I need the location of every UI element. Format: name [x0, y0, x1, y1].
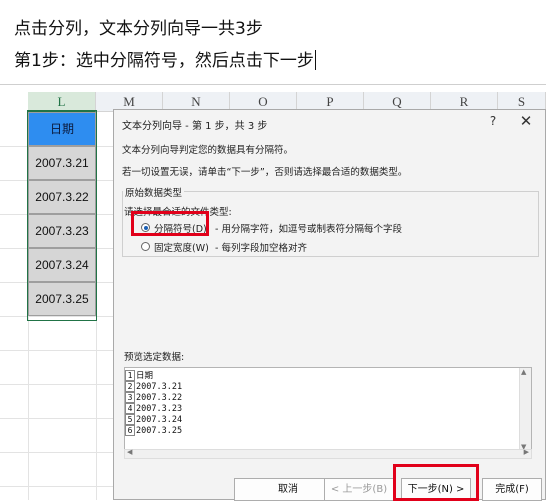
help-icon[interactable]: ?: [486, 114, 500, 130]
preview-row: 1 日期: [125, 370, 153, 381]
fixed-width-radio[interactable]: [141, 242, 150, 251]
close-icon[interactable]: ✕: [518, 113, 534, 129]
preview-horizontal-scrollbar[interactable]: ◀ ▶: [124, 448, 532, 459]
caption-line-2: 第1步：选中分隔符号，然后点击下一步: [14, 46, 317, 71]
preview-row: 3 2007.3.22: [125, 392, 182, 403]
grid-line: [96, 112, 97, 500]
data-preview[interactable]: 1 日期 2 2007.3.21 3 2007.3.22 4 2007.3.23 5 20…: [124, 367, 532, 452]
caption-divider: [0, 84, 546, 85]
delimited-description: - 用分隔字符，如逗号或制表符分隔每个字段: [215, 224, 402, 235]
fixed-width-description: - 每列字段加空格对齐: [215, 243, 307, 254]
tutorial-caption: 点击分列，文本分列向导一共3步 第1步：选中分隔符号，然后点击下一步: [0, 0, 546, 84]
cell-l-header[interactable]: 日期: [28, 112, 96, 146]
preview-row: 6 2007.3.25: [125, 425, 182, 436]
caption-line-1: 点击分列，文本分列向导一共3步: [14, 19, 263, 39]
cell-l-date[interactable]: 2007.3.25: [28, 282, 96, 316]
preview-label: 预览选定数据:: [124, 352, 185, 363]
cell-l-date[interactable]: 2007.3.24: [28, 248, 96, 282]
intro-line-2: 若一切设置无误，请单击“下一步”，否则请选择最合适的数据类型。: [122, 167, 408, 178]
dialog-title: 文本分列向导 - 第 1 步，共 3 步: [122, 121, 268, 132]
finish-button[interactable]: 完成(F): [482, 478, 542, 501]
cell-l-date[interactable]: 2007.3.23: [28, 214, 96, 248]
fixed-width-label[interactable]: 固定宽度(W): [154, 240, 209, 254]
text-to-columns-dialog: 文本分列向导 - 第 1 步，共 3 步 ? ✕ 文本分列向导判定您的数据具有分…: [113, 109, 546, 501]
scroll-right-icon[interactable]: ▶: [524, 448, 529, 456]
back-button[interactable]: < 上一步(B): [324, 478, 394, 501]
scroll-left-icon[interactable]: ◀: [127, 448, 132, 456]
scroll-up-icon[interactable]: ▲: [521, 368, 526, 376]
intro-line-1: 文本分列向导判定您的数据具有分隔符。: [122, 145, 294, 156]
highlight-next: [393, 464, 479, 501]
group-title: 原始数据类型: [123, 185, 185, 199]
cell-l-date[interactable]: 2007.3.21: [28, 146, 96, 180]
preview-row: 5 2007.3.24: [125, 414, 182, 425]
column-header-l[interactable]: L: [28, 92, 96, 112]
preview-vertical-scrollbar[interactable]: ▲ ▼: [519, 368, 531, 451]
caption-line-2-text: 第1步：选中分隔符号，然后点击下一步: [14, 51, 314, 71]
preview-row: 2 2007.3.21: [125, 381, 182, 392]
preview-row: 4 2007.3.23: [125, 403, 182, 414]
highlight-delimited: [131, 211, 209, 236]
text-caret: [314, 50, 317, 70]
cell-l-date[interactable]: 2007.3.22: [28, 180, 96, 214]
